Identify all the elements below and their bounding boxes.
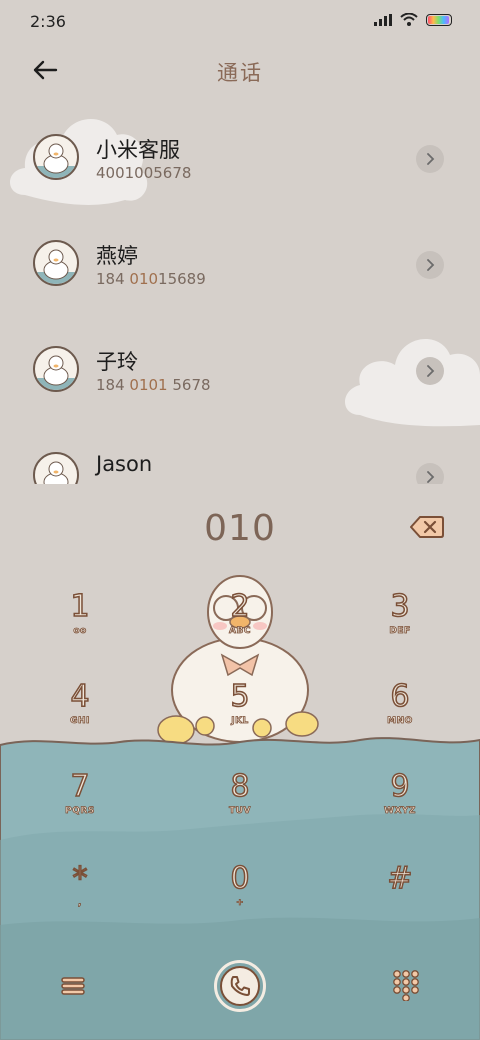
contact-name: Jason — [96, 452, 153, 476]
chevron-right-icon — [427, 259, 435, 271]
dialpad-toggle-button[interactable] — [392, 969, 420, 1002]
key-3[interactable]: 3 DEF — [345, 589, 455, 670]
page-title: 通话 — [217, 61, 263, 85]
key-6[interactable]: 6 MNO — [345, 679, 455, 760]
key-digit: * — [72, 861, 89, 897]
wifi-icon — [400, 13, 418, 26]
contact-list: 小米客服 4001005678 燕婷 184 01015689 子玲 184 0… — [0, 100, 480, 484]
phone-icon — [230, 976, 250, 996]
contact-item[interactable]: 子玲 184 0101 5678 — [0, 312, 480, 418]
key-digit: 2 — [230, 589, 251, 625]
duck-avatar-icon — [35, 249, 77, 284]
key-letters: , — [78, 898, 82, 909]
key-1[interactable]: 1 oo — [25, 589, 135, 670]
backspace-icon — [410, 516, 444, 538]
key-letters: DEF — [389, 626, 411, 637]
avatar — [33, 452, 79, 484]
key-digit: 1 — [70, 589, 91, 625]
duck-avatar-icon — [35, 355, 77, 390]
chevron-right-icon — [427, 153, 435, 165]
avatar — [33, 134, 79, 180]
key-digit: 4 — [70, 679, 91, 715]
contact-detail-button[interactable] — [416, 357, 444, 385]
battery-icon — [426, 13, 452, 26]
key-4[interactable]: 4 GHI — [25, 679, 135, 760]
dialpad-icon — [393, 970, 419, 1002]
contact-item[interactable]: 小米客服 4001005678 — [0, 100, 480, 206]
key-digit: 6 — [390, 679, 411, 715]
contact-number: 184 0101 5678 — [96, 376, 211, 394]
delete-button[interactable] — [410, 515, 444, 539]
key-letters: oo — [73, 626, 87, 637]
key-letters: TUV — [229, 806, 251, 817]
status-bar: 2:36 — [0, 0, 480, 40]
key-0[interactable]: 0 + — [185, 861, 295, 942]
avatar — [33, 240, 79, 286]
duck-avatar-icon — [35, 143, 77, 178]
contact-detail-button[interactable] — [416, 251, 444, 279]
key-digit: 3 — [390, 589, 411, 625]
call-button[interactable] — [214, 960, 266, 1012]
menu-icon — [61, 977, 85, 995]
status-icons — [374, 13, 452, 26]
key-letters: JKL — [231, 716, 249, 727]
key-digit: 8 — [230, 769, 251, 805]
key-digit: # — [387, 861, 414, 897]
header: 通话 — [0, 45, 480, 95]
duck-avatar-icon — [43, 461, 69, 484]
key-9[interactable]: 9 WXYZ — [345, 769, 455, 850]
key-star[interactable]: * , — [25, 861, 135, 942]
key-letters: PQRS — [65, 806, 95, 817]
contact-detail-button[interactable] — [416, 145, 444, 173]
contact-name: 子玲 — [96, 350, 138, 374]
chevron-right-icon — [427, 365, 435, 377]
contact-name: 小米客服 — [96, 138, 180, 162]
key-letters: WXYZ — [384, 806, 416, 817]
chevron-right-icon — [427, 471, 435, 483]
key-letters: ABC — [229, 626, 251, 637]
menu-button[interactable] — [58, 971, 88, 1001]
contact-detail-button[interactable] — [416, 463, 444, 484]
key-2[interactable]: 2 ABC — [185, 589, 295, 670]
key-hash[interactable]: # — [345, 861, 455, 942]
call-button-inner — [220, 966, 260, 1006]
key-7[interactable]: 7 PQRS — [25, 769, 135, 850]
avatar — [33, 346, 79, 392]
key-digit: 5 — [230, 679, 251, 715]
contact-number: 4001005678 — [96, 164, 192, 182]
contact-number: 184 01015689 — [96, 270, 206, 288]
key-digit: 0 — [230, 861, 251, 897]
key-digit: 9 — [390, 769, 411, 805]
status-time: 2:36 — [30, 12, 66, 31]
key-letters: GHI — [70, 716, 90, 727]
key-digit: 7 — [70, 769, 91, 805]
dialed-number: 010 — [204, 508, 276, 549]
key-8[interactable]: 8 TUV — [185, 769, 295, 850]
contact-item[interactable]: 燕婷 184 01015689 — [0, 206, 480, 312]
bottom-bar — [0, 955, 480, 1025]
signal-icon — [374, 13, 392, 26]
key-letters: + — [235, 898, 245, 909]
key-letters: MNO — [387, 716, 413, 727]
contact-name: 燕婷 — [96, 244, 138, 268]
contact-item[interactable]: Jason — [0, 418, 480, 484]
key-5[interactable]: 5 JKL — [185, 679, 295, 760]
